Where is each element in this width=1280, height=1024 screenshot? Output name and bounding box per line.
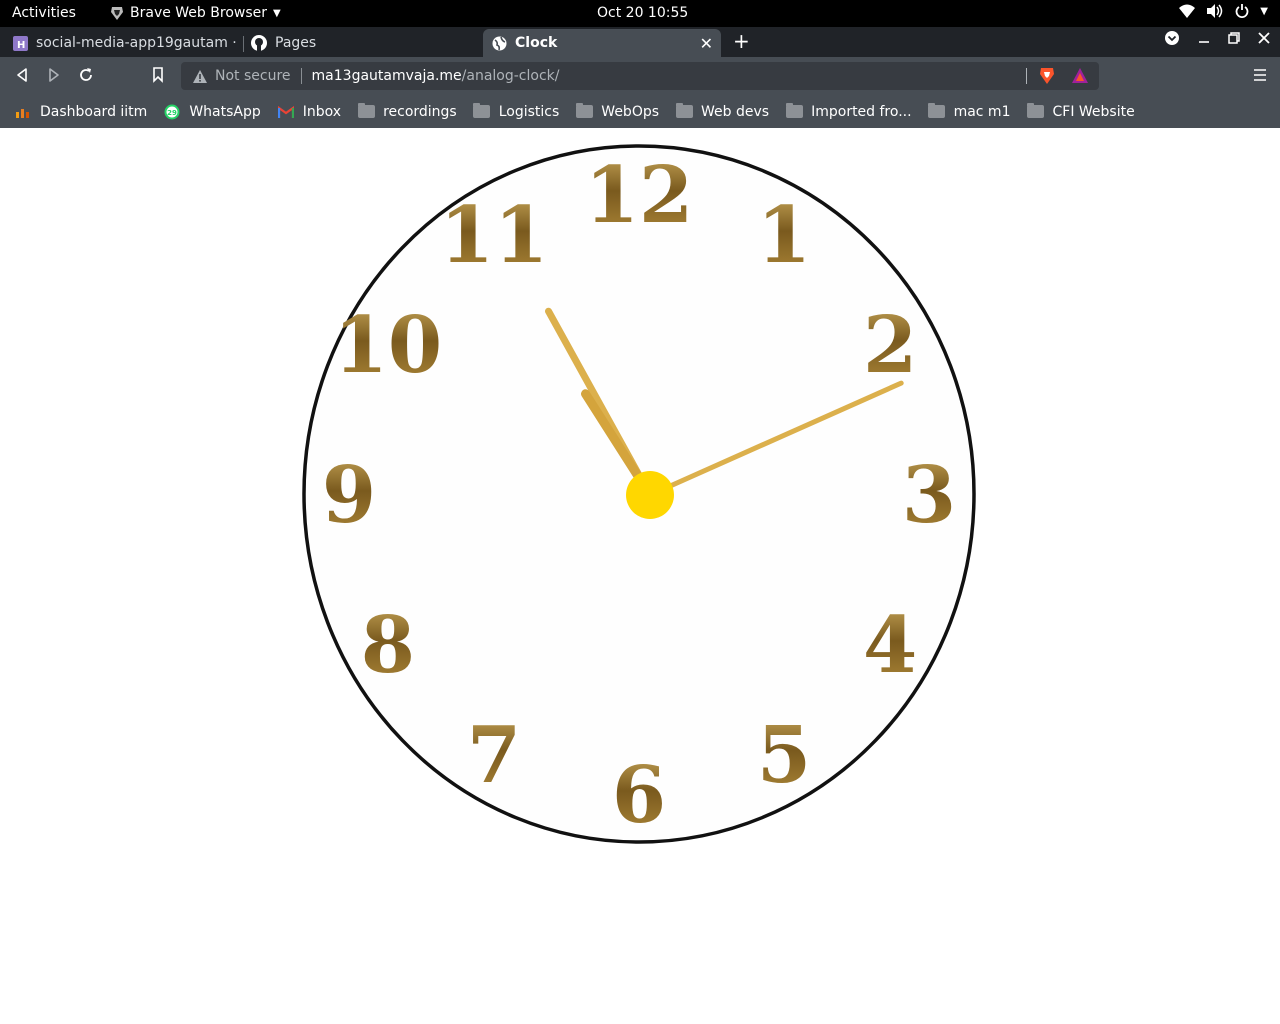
clock-numeral-2: 2 (863, 300, 917, 391)
folder-icon (785, 103, 803, 118)
heroku-icon: H (12, 35, 28, 51)
clock-numeral-5: 5 (757, 710, 811, 801)
activities-button[interactable]: Activities (12, 5, 76, 21)
forward-icon[interactable] (47, 67, 61, 83)
bookmark-label: WebOps (601, 103, 660, 120)
folder-icon (675, 103, 693, 118)
folder-icon (575, 103, 593, 118)
tab-label: Pages (275, 35, 317, 51)
bookmark-whatsapp[interactable]: 29 WhatsApp (163, 103, 261, 120)
new-tab-button[interactable]: + (733, 29, 750, 53)
bookmark-label: Imported fro... (811, 103, 912, 120)
clock-numeral-1: 1 (757, 190, 811, 281)
bookmark-inbox[interactable]: Inbox (277, 104, 341, 120)
app-name: Brave Web Browser (130, 5, 267, 21)
close-window-icon[interactable] (1258, 32, 1270, 44)
bookmark-label: CFI Website (1052, 103, 1135, 120)
bookmark-folder-logistics[interactable]: Logistics (473, 103, 560, 120)
page-content: 12 1 2 3 4 5 6 7 8 9 10 11 (0, 128, 1280, 1024)
bookmark-label: mac m1 (953, 103, 1011, 120)
analog-clock: 12 12 3 45678 9 10 11 (302, 144, 976, 844)
folder-icon (473, 103, 491, 118)
svg-text:29: 29 (167, 109, 177, 117)
bookmark-icon[interactable] (152, 67, 164, 83)
bookmark-label: Logistics (498, 103, 560, 120)
bookmark-folder-web-devs[interactable]: Web devs (675, 103, 770, 120)
clock-numeral-4: 4 (863, 600, 917, 691)
dashboard-icon (14, 104, 32, 120)
tab-search-icon[interactable] (1164, 30, 1180, 46)
bookmark-folder-imported[interactable]: Imported fro... (785, 103, 912, 120)
bookmark-folder-recordings[interactable]: recordings (357, 103, 457, 120)
tab-label: Clock (515, 35, 558, 51)
volume-icon (1207, 4, 1223, 18)
address-bar[interactable]: Not secure ma13gautamvaja.me/analog-cloc… (181, 62, 1099, 90)
close-tab-icon[interactable]: ✕ (700, 34, 713, 53)
clock-numeral-7: 7 (467, 710, 521, 801)
menu-icon[interactable] (1254, 69, 1266, 81)
chevron-down-icon: ▼ (273, 7, 281, 19)
chevron-down-icon: ▼ (1260, 5, 1268, 17)
brave-lion-icon (111, 6, 123, 20)
svg-text:H: H (17, 40, 25, 51)
bookmark-label: Dashboard iitm (40, 103, 148, 120)
clock-numeral-9: 9 (322, 450, 376, 541)
bookmark-label: Web devs (701, 103, 770, 120)
brave-rewards-icon[interactable] (1072, 68, 1088, 83)
tab-clock[interactable]: Clock ✕ (483, 29, 721, 57)
clock-numeral-10: 10 (334, 300, 443, 391)
window-controls (1164, 30, 1270, 46)
clock-numeral-12: 12 (585, 150, 694, 241)
url-path: /analog-clock/ (461, 68, 560, 84)
power-icon (1235, 4, 1249, 18)
bookmarks-bar: Dashboard iitm 29 WhatsApp Inbox recordi… (0, 95, 1280, 128)
github-icon (251, 35, 267, 51)
minimize-icon[interactable] (1198, 32, 1210, 44)
globe-icon (491, 35, 507, 51)
folder-icon (928, 103, 946, 118)
browser-toolbar: Not secure ma13gautamvaja.me/analog-cloc… (0, 57, 1280, 95)
tab-strip: H social-media-app19gautam · C Pages Clo… (0, 27, 1280, 57)
tab-label: social-media-app19gautam · C (36, 35, 238, 51)
restore-icon[interactable] (1228, 32, 1240, 44)
reload-icon[interactable] (78, 67, 94, 83)
system-clock[interactable]: Oct 20 10:55 (597, 5, 688, 21)
wifi-icon (1179, 4, 1196, 18)
bookmark-folder-cfi-website[interactable]: CFI Website (1026, 103, 1135, 120)
gmail-icon (277, 104, 295, 120)
bookmark-label: WhatsApp (189, 103, 261, 120)
folder-icon (357, 103, 375, 118)
security-status[interactable]: Not secure (215, 68, 291, 84)
bookmark-folder-mac-m1[interactable]: mac m1 (928, 103, 1011, 120)
clock-numeral-8: 8 (361, 600, 415, 691)
system-tray[interactable]: ▼ (1179, 4, 1268, 18)
bookmark-label: Inbox (302, 103, 342, 120)
bookmark-folder-webops[interactable]: WebOps (575, 103, 660, 120)
clock-numeral-3: 3 (902, 450, 956, 541)
url-host: ma13gautamvaja.me (311, 68, 462, 84)
whatsapp-icon: 29 (163, 104, 181, 120)
clock-center-cap (626, 471, 674, 519)
brave-shields-icon[interactable] (1039, 67, 1055, 85)
folder-icon (1026, 103, 1044, 118)
bookmark-dashboard-iitm[interactable]: Dashboard iitm (14, 104, 147, 120)
system-top-bar: Activities Brave Web Browser ▼ Oct 20 10… (0, 0, 1280, 27)
clock-numeral-11: 11 (440, 190, 549, 281)
clock-numeral-6: 6 (612, 750, 666, 841)
tab-social-media-app[interactable]: H social-media-app19gautam · C (4, 29, 244, 57)
bookmark-label: recordings (383, 103, 457, 120)
warning-icon[interactable] (193, 69, 207, 83)
back-icon[interactable] (15, 67, 29, 83)
app-menu[interactable]: Brave Web Browser ▼ (110, 5, 281, 21)
tab-pages[interactable]: Pages (244, 29, 480, 57)
